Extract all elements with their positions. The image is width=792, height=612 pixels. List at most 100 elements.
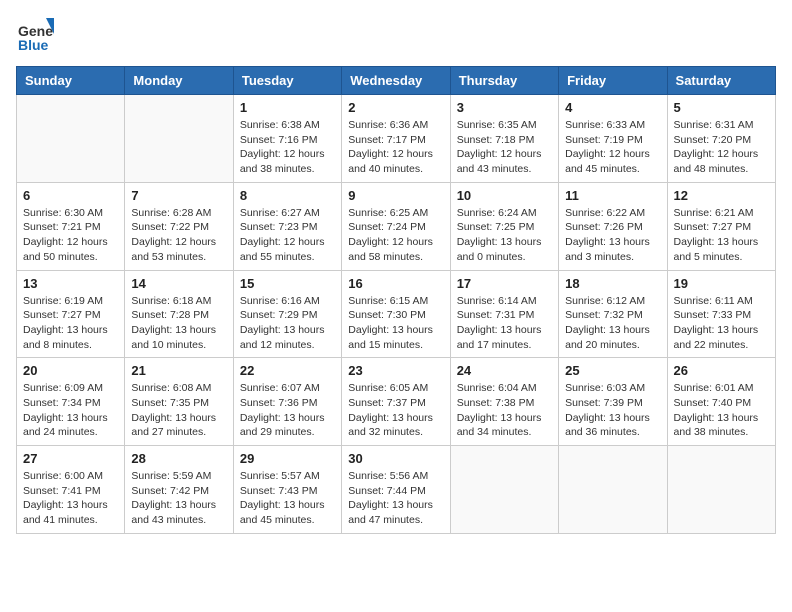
day-number: 21 <box>131 363 226 378</box>
calendar-cell: 21 Sunrise: 6:08 AM Sunset: 7:35 PM Dayli… <box>125 358 233 446</box>
calendar-cell: 30 Sunrise: 5:56 AM Sunset: 7:44 PM Dayli… <box>342 446 450 534</box>
day-number: 14 <box>131 276 226 291</box>
calendar-cell: 22 Sunrise: 6:07 AM Sunset: 7:36 PM Dayli… <box>233 358 341 446</box>
day-info: Sunrise: 6:12 AM Sunset: 7:32 PM Dayligh… <box>565 294 660 353</box>
calendar-cell: 16Sunrise: 6:15 AM Sunset: 7:30 PM Dayli… <box>342 270 450 358</box>
calendar-cell: 9 Sunrise: 6:25 AM Sunset: 7:24 PM Daylig… <box>342 182 450 270</box>
day-number: 4 <box>565 100 660 115</box>
day-number: 25 <box>565 363 660 378</box>
day-info: Sunrise: 6:28 AM Sunset: 7:22 PM Dayligh… <box>131 206 226 265</box>
calendar-week-5: 27Sunrise: 6:00 AM Sunset: 7:41 PM Dayli… <box>17 446 776 534</box>
day-info: Sunrise: 6:25 AM Sunset: 7:24 PM Dayligh… <box>348 206 443 265</box>
calendar-cell: 19 Sunrise: 6:11 AM Sunset: 7:33 PM Dayli… <box>667 270 775 358</box>
calendar-cell <box>667 446 775 534</box>
day-info: Sunrise: 6:21 AM Sunset: 7:27 PM Dayligh… <box>674 206 769 265</box>
day-info: Sunrise: 6:27 AM Sunset: 7:23 PM Dayligh… <box>240 206 335 265</box>
day-number: 19 <box>674 276 769 291</box>
day-info: Sunrise: 5:56 AM Sunset: 7:44 PM Dayligh… <box>348 469 443 528</box>
day-number: 3 <box>457 100 552 115</box>
day-info: Sunrise: 6:05 AM Sunset: 7:37 PM Dayligh… <box>348 381 443 440</box>
calendar-cell: 14 Sunrise: 6:18 AM Sunset: 7:28 PM Dayli… <box>125 270 233 358</box>
calendar-cell <box>17 95 125 183</box>
day-info: Sunrise: 6:04 AM Sunset: 7:38 PM Dayligh… <box>457 381 552 440</box>
day-info: Sunrise: 6:22 AM Sunset: 7:26 PM Dayligh… <box>565 206 660 265</box>
calendar-cell <box>559 446 667 534</box>
day-number: 1 <box>240 100 335 115</box>
calendar-week-1: 1 Sunrise: 6:38 AM Sunset: 7:16 PM Daylig… <box>17 95 776 183</box>
calendar-cell: 28 Sunrise: 5:59 AM Sunset: 7:42 PM Dayli… <box>125 446 233 534</box>
day-number: 22 <box>240 363 335 378</box>
calendar-cell: 3 Sunrise: 6:35 AM Sunset: 7:18 PM Daylig… <box>450 95 558 183</box>
logo: General Blue <box>16 16 54 54</box>
calendar-week-3: 13 Sunrise: 6:19 AM Sunset: 7:27 PM Dayli… <box>17 270 776 358</box>
day-info: Sunrise: 6:24 AM Sunset: 7:25 PM Dayligh… <box>457 206 552 265</box>
calendar: SundayMondayTuesdayWednesdayThursdayFrid… <box>16 66 776 534</box>
day-number: 18 <box>565 276 660 291</box>
day-info: Sunrise: 6:00 AM Sunset: 7:41 PM Dayligh… <box>23 469 118 528</box>
day-info: Sunrise: 6:30 AM Sunset: 7:21 PM Dayligh… <box>23 206 118 265</box>
day-info: Sunrise: 6:07 AM Sunset: 7:36 PM Dayligh… <box>240 381 335 440</box>
calendar-cell <box>125 95 233 183</box>
calendar-cell: 13 Sunrise: 6:19 AM Sunset: 7:27 PM Dayli… <box>17 270 125 358</box>
day-number: 6 <box>23 188 118 203</box>
weekday-header-monday: Monday <box>125 67 233 95</box>
calendar-cell: 25 Sunrise: 6:03 AM Sunset: 7:39 PM Dayli… <box>559 358 667 446</box>
calendar-cell: 27Sunrise: 6:00 AM Sunset: 7:41 PM Dayli… <box>17 446 125 534</box>
calendar-cell: 7 Sunrise: 6:28 AM Sunset: 7:22 PM Daylig… <box>125 182 233 270</box>
day-number: 13 <box>23 276 118 291</box>
day-info: Sunrise: 6:11 AM Sunset: 7:33 PM Dayligh… <box>674 294 769 353</box>
calendar-cell: 1 Sunrise: 6:38 AM Sunset: 7:16 PM Daylig… <box>233 95 341 183</box>
day-info: Sunrise: 6:18 AM Sunset: 7:28 PM Dayligh… <box>131 294 226 353</box>
calendar-cell: 12 Sunrise: 6:21 AM Sunset: 7:27 PM Dayli… <box>667 182 775 270</box>
day-info: Sunrise: 6:35 AM Sunset: 7:18 PM Dayligh… <box>457 118 552 177</box>
calendar-cell: 4 Sunrise: 6:33 AM Sunset: 7:19 PM Daylig… <box>559 95 667 183</box>
day-number: 28 <box>131 451 226 466</box>
calendar-cell: 29Sunrise: 5:57 AM Sunset: 7:43 PM Dayli… <box>233 446 341 534</box>
day-info: Sunrise: 6:15 AM Sunset: 7:30 PM Dayligh… <box>348 294 443 353</box>
calendar-cell <box>450 446 558 534</box>
weekday-header-saturday: Saturday <box>667 67 775 95</box>
header: General Blue <box>16 16 776 54</box>
day-info: Sunrise: 5:59 AM Sunset: 7:42 PM Dayligh… <box>131 469 226 528</box>
day-info: Sunrise: 5:57 AM Sunset: 7:43 PM Dayligh… <box>240 469 335 528</box>
day-number: 9 <box>348 188 443 203</box>
day-number: 5 <box>674 100 769 115</box>
day-info: Sunrise: 6:33 AM Sunset: 7:19 PM Dayligh… <box>565 118 660 177</box>
day-number: 11 <box>565 188 660 203</box>
svg-text:Blue: Blue <box>18 37 49 53</box>
day-info: Sunrise: 6:36 AM Sunset: 7:17 PM Dayligh… <box>348 118 443 177</box>
day-number: 23 <box>348 363 443 378</box>
calendar-cell: 23 Sunrise: 6:05 AM Sunset: 7:37 PM Dayli… <box>342 358 450 446</box>
day-number: 20 <box>23 363 118 378</box>
calendar-cell: 8 Sunrise: 6:27 AM Sunset: 7:23 PM Daylig… <box>233 182 341 270</box>
calendar-cell: 24 Sunrise: 6:04 AM Sunset: 7:38 PM Dayli… <box>450 358 558 446</box>
calendar-cell: 6 Sunrise: 6:30 AM Sunset: 7:21 PM Daylig… <box>17 182 125 270</box>
calendar-cell: 5Sunrise: 6:31 AM Sunset: 7:20 PM Daylig… <box>667 95 775 183</box>
logo-icon: General Blue <box>16 16 54 54</box>
day-info: Sunrise: 6:19 AM Sunset: 7:27 PM Dayligh… <box>23 294 118 353</box>
day-number: 8 <box>240 188 335 203</box>
day-number: 7 <box>131 188 226 203</box>
day-number: 24 <box>457 363 552 378</box>
day-number: 30 <box>348 451 443 466</box>
day-number: 17 <box>457 276 552 291</box>
weekday-header-sunday: Sunday <box>17 67 125 95</box>
day-info: Sunrise: 6:16 AM Sunset: 7:29 PM Dayligh… <box>240 294 335 353</box>
day-info: Sunrise: 6:03 AM Sunset: 7:39 PM Dayligh… <box>565 381 660 440</box>
day-info: Sunrise: 6:38 AM Sunset: 7:16 PM Dayligh… <box>240 118 335 177</box>
day-number: 12 <box>674 188 769 203</box>
calendar-week-4: 20 Sunrise: 6:09 AM Sunset: 7:34 PM Dayli… <box>17 358 776 446</box>
day-info: Sunrise: 6:08 AM Sunset: 7:35 PM Dayligh… <box>131 381 226 440</box>
weekday-header-wednesday: Wednesday <box>342 67 450 95</box>
calendar-cell: 10 Sunrise: 6:24 AM Sunset: 7:25 PM Dayli… <box>450 182 558 270</box>
day-info: Sunrise: 6:09 AM Sunset: 7:34 PM Dayligh… <box>23 381 118 440</box>
calendar-cell: 15 Sunrise: 6:16 AM Sunset: 7:29 PM Dayli… <box>233 270 341 358</box>
calendar-cell: 2Sunrise: 6:36 AM Sunset: 7:17 PM Daylig… <box>342 95 450 183</box>
day-number: 26 <box>674 363 769 378</box>
calendar-cell: 17Sunrise: 6:14 AM Sunset: 7:31 PM Dayli… <box>450 270 558 358</box>
calendar-cell: 20 Sunrise: 6:09 AM Sunset: 7:34 PM Dayli… <box>17 358 125 446</box>
day-number: 15 <box>240 276 335 291</box>
calendar-cell: 26Sunrise: 6:01 AM Sunset: 7:40 PM Dayli… <box>667 358 775 446</box>
day-number: 10 <box>457 188 552 203</box>
calendar-cell: 18 Sunrise: 6:12 AM Sunset: 7:32 PM Dayli… <box>559 270 667 358</box>
